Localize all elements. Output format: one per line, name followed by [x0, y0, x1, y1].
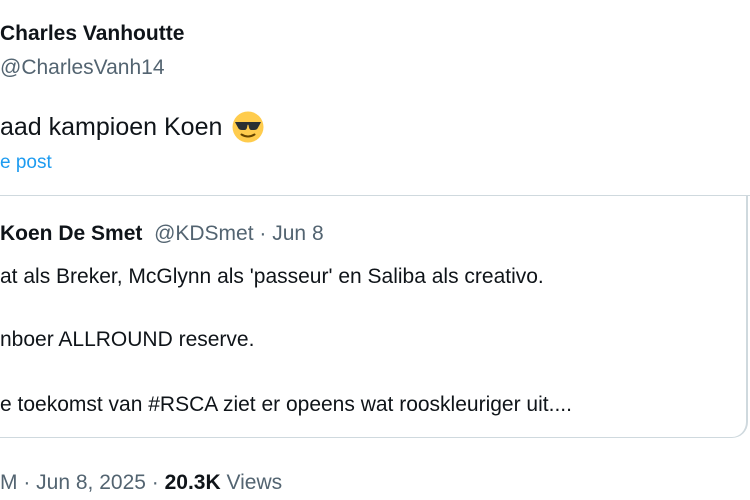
author-name[interactable]: Charles Vanhoutte	[0, 22, 184, 46]
quoted-post-header: Koen De Smet @KDSmet · Jun 8	[0, 222, 324, 246]
author-handle[interactable]: @CharlesVanh14	[0, 56, 165, 80]
quoted-text-line: nboer ALLROUND reserve.	[0, 328, 255, 351]
quoted-author-name[interactable]: Koen De Smet	[0, 222, 142, 245]
views-count: 20.3K	[164, 471, 221, 494]
post-detail-page: Charles Vanhoutte @CharlesVanh14 aad kam…	[0, 0, 750, 500]
post-text: aad kampioen Koen	[0, 110, 265, 144]
quoted-handle-text: @KDSmet	[154, 222, 254, 245]
quoted-text-line: e toekomst van #RSCA ziet er opeens wat …	[0, 393, 572, 416]
quoted-separator: ·	[253, 222, 273, 245]
post-date[interactable]: Jun 8, 2025	[36, 471, 146, 494]
post-text-content: aad kampioen Koen	[0, 112, 223, 141]
quoted-author-handle[interactable]: @KDSmet	[148, 222, 254, 245]
post-time[interactable]: M	[0, 471, 18, 494]
footer-separator: ·	[145, 471, 165, 494]
quoted-text-line: at als Breker, McGlynn als 'passeur' en …	[0, 265, 544, 288]
views-label: Views	[226, 471, 283, 494]
quote-post-link[interactable]: e post	[0, 152, 52, 174]
post-metadata: M · Jun 8, 2025 · 20.3K Views	[0, 471, 282, 495]
quoted-date[interactable]: Jun 8	[272, 222, 323, 245]
footer-separator: ·	[17, 471, 37, 494]
smiling-face-with-sunglasses-icon	[231, 110, 265, 144]
